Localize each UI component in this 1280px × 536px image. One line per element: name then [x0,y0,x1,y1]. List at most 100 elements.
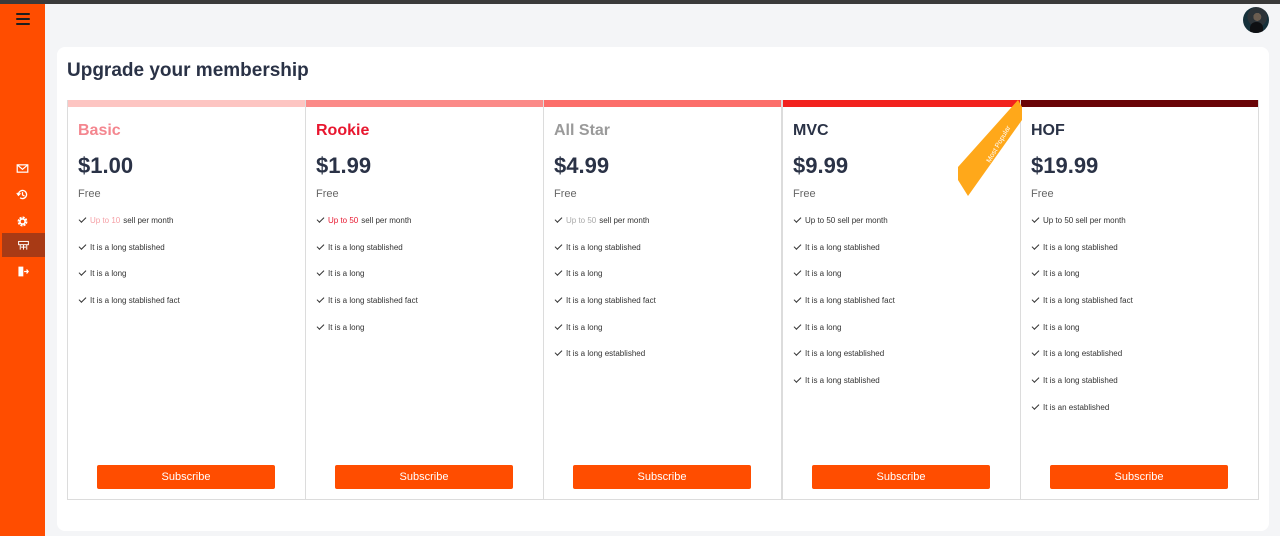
feature-text: It is a long stablished [805,242,880,252]
feature-list: Up to 50 sell per month It is a long stabl… [554,215,656,376]
subscribe-button[interactable]: Subscribe [335,465,513,489]
plan-price-note: Free [316,188,339,200]
check-icon [78,241,87,250]
sidebar [0,4,45,536]
plan-accent-bar [544,100,781,107]
check-icon [793,375,802,384]
plan-price-note: Free [554,188,577,200]
check-icon [793,215,802,223]
feature-item: It is a long [793,268,895,296]
mail-icon[interactable] [0,156,45,180]
check-icon [316,268,325,277]
plan-accent-bar [68,100,305,107]
feature-list: Up to 10 sell per month It is a long stabl… [78,215,180,323]
plan-price-note: Free [793,188,816,200]
subscribe-button[interactable]: Subscribe [573,465,751,489]
feature-item: It is a long stablished [1031,375,1133,403]
feature-item: It is a long established [793,348,895,376]
subscribe-button[interactable]: Subscribe [97,465,275,489]
feature-item: It is a long established [1031,348,1133,376]
feature-text: It is a long stablished fact [566,296,656,306]
feature-highlight: Up to 50 [566,216,597,225]
plan-card-hof: HOF $19.99 Free Up to 50 sell per month It i… [1020,100,1259,500]
check-icon [1031,321,1040,330]
check-icon [1031,241,1040,250]
membership-icon[interactable] [2,233,45,257]
plan-price: $4.99 [554,153,610,178]
feature-item: It is a long [1031,268,1133,296]
feature-text: It is a long stablished fact [90,296,180,306]
check-icon [793,348,802,357]
feature-item: It is a long [1031,321,1133,350]
subscribe-button[interactable]: Subscribe [1050,465,1228,489]
plan-name: Rookie [316,122,370,139]
plan-accent-bar [1021,100,1258,107]
top-window-strip [0,0,1280,4]
feature-item: Up to 50 sell per month [554,215,656,243]
feature-list: Up to 50 sell per month It is a long stab… [793,215,895,403]
feature-item: It is a long stablished [793,375,895,403]
check-icon [554,241,563,250]
feature-text: It is a long [805,322,842,332]
user-avatar[interactable] [1243,7,1269,33]
feature-text: It is a long [566,322,603,332]
check-icon [554,295,563,303]
plan-accent-bar [783,100,1020,107]
feature-item: It is a long stablished fact [78,295,180,323]
feature-item: It is a long [316,321,418,350]
subscribe-button[interactable]: Subscribe [812,465,990,489]
feature-item: It is a long [554,268,656,296]
check-icon [78,215,87,223]
check-icon [793,295,802,303]
logout-icon[interactable] [0,259,45,283]
check-icon [316,321,325,330]
check-icon [793,268,802,277]
plan-price-note: Free [1031,188,1054,200]
feature-text: It is an established [1043,402,1110,412]
feature-text: It is a long [328,269,365,279]
feature-item: It is a long [554,321,656,350]
check-icon [554,348,563,357]
feature-text: It is a long [1043,322,1080,332]
feature-text: It is a long [566,269,603,279]
plan-card-all-star: All Star $4.99 Free Up to 50 sell per month I… [543,100,782,500]
check-icon [793,321,802,330]
feature-item: It is a long stablished [1031,241,1133,270]
feature-highlight: Up to 10 [90,216,121,225]
plan-price: $1.99 [316,153,372,178]
feature-item: It is a long [78,268,180,296]
page-title: Upgrade your membership [67,60,309,81]
feature-highlight: Up to 50 [328,216,359,225]
feature-text: It is a long stablished [1043,242,1118,252]
plan-card-rookie: Rookie $1.99 Free Up to 50 sell per month It … [305,100,544,500]
feature-text: sell per month [599,216,650,225]
feature-item: Up to 50 sell per month [316,215,418,243]
feature-text: sell per month [361,216,412,225]
check-icon [554,215,563,223]
check-icon [793,241,802,250]
feature-text: sell per month [123,216,174,225]
feature-item: It is a long stablished [78,241,180,270]
feature-text: Up to 50 sell per month [805,216,888,225]
plan-name: MVC [793,122,829,139]
feature-text: It is a long stablished [90,242,165,252]
feature-text: It is a long stablished [805,376,880,386]
feature-item: It is a long stablished [316,241,418,270]
plan-accent-bar [306,100,543,107]
history-icon[interactable] [0,182,45,206]
check-icon [78,295,87,303]
feature-list: Up to 50 sell per month It is a long stabl… [316,215,418,350]
feature-text: It is a long [90,269,127,279]
feature-item: It is an established [1031,401,1133,430]
feature-text: It is a long stablished fact [805,296,895,306]
feature-text: It is a long [328,322,365,332]
gear-icon[interactable] [0,209,45,233]
feature-text: It is a long [805,269,842,279]
plan-card-basic: Basic $1.00 Free Up to 10 sell per month It i… [67,100,306,500]
hamburger-icon[interactable] [16,13,30,25]
feature-item: It is a long stablished fact [1031,295,1133,323]
check-icon [1031,348,1040,357]
check-icon [316,241,325,250]
feature-item: It is a long stablished fact [316,295,418,323]
feature-item: It is a long [316,268,418,296]
